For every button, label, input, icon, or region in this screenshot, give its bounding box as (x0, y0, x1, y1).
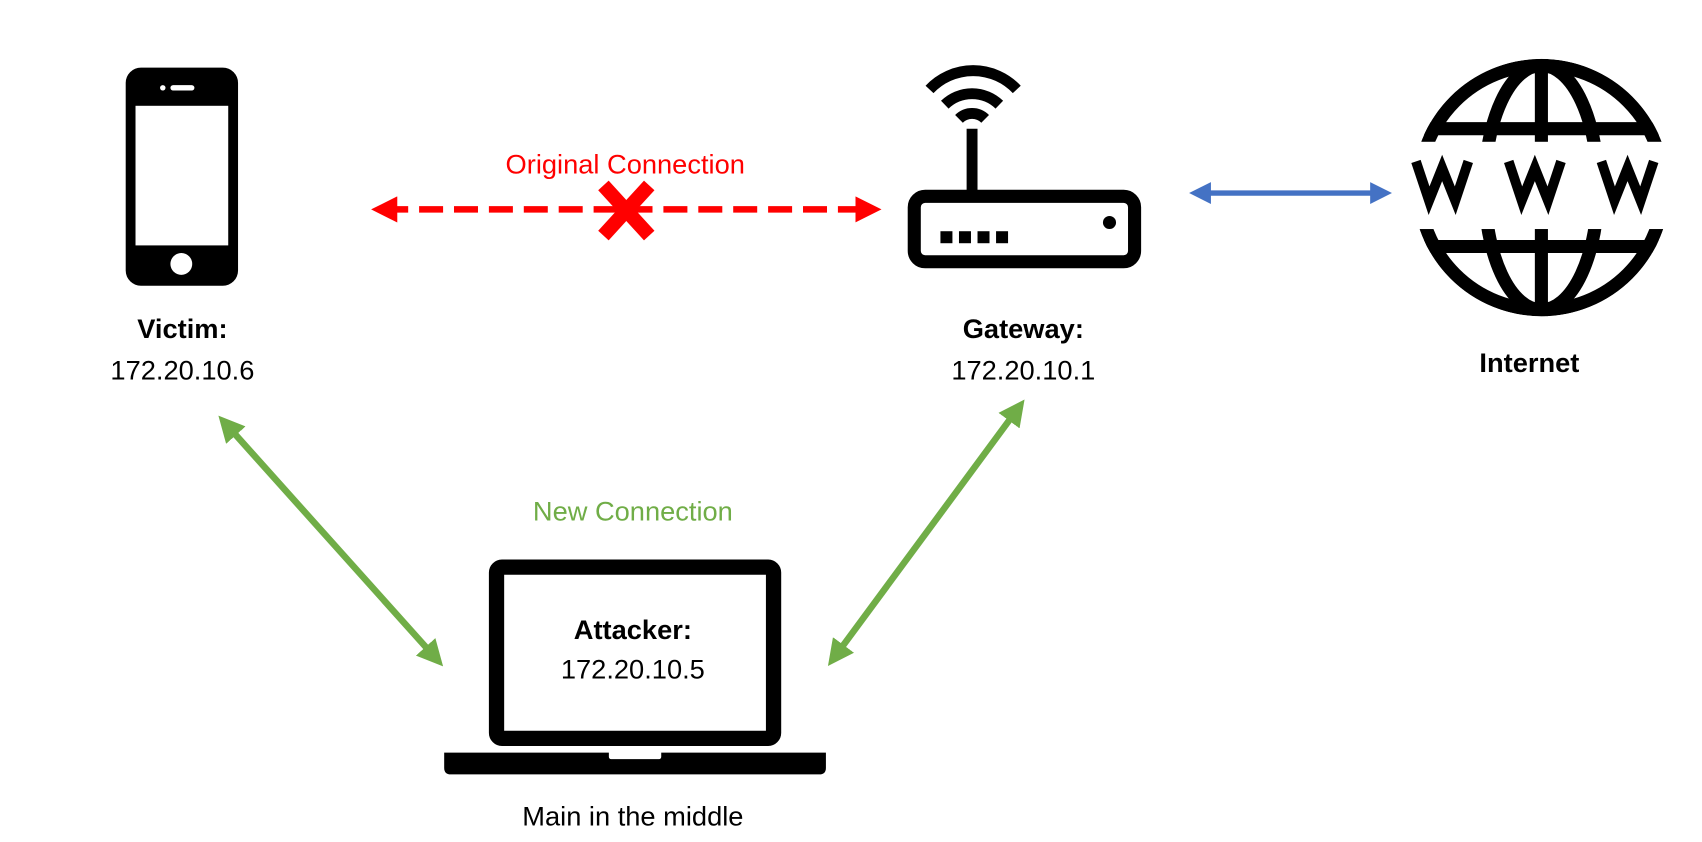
gateway-title: Gateway: (963, 313, 1084, 344)
internet-title: Internet (1479, 347, 1579, 378)
globe-www-icon (1401, 58, 1686, 317)
victim-attacker-arrow (218, 415, 444, 667)
original-connection-label: Original Connection (506, 148, 745, 179)
victim-title: Victim: (137, 313, 227, 344)
victim-ip: 172.20.10.6 (110, 355, 254, 386)
attacker-caption: Main in the middle (522, 801, 743, 832)
attacker-ip: 172.20.10.5 (561, 653, 705, 684)
wifi-router-icon (907, 65, 1142, 269)
mitm-diagram: Victim: 172.20.10.6 Original Connection … (110, 58, 1686, 832)
attacker-title: Attacker: (574, 614, 692, 645)
new-connection-label: New Connection (533, 495, 733, 526)
gateway-attacker-arrow (827, 399, 1025, 667)
smartphone-icon (125, 67, 239, 286)
gateway-ip: 172.20.10.1 (951, 355, 1095, 386)
